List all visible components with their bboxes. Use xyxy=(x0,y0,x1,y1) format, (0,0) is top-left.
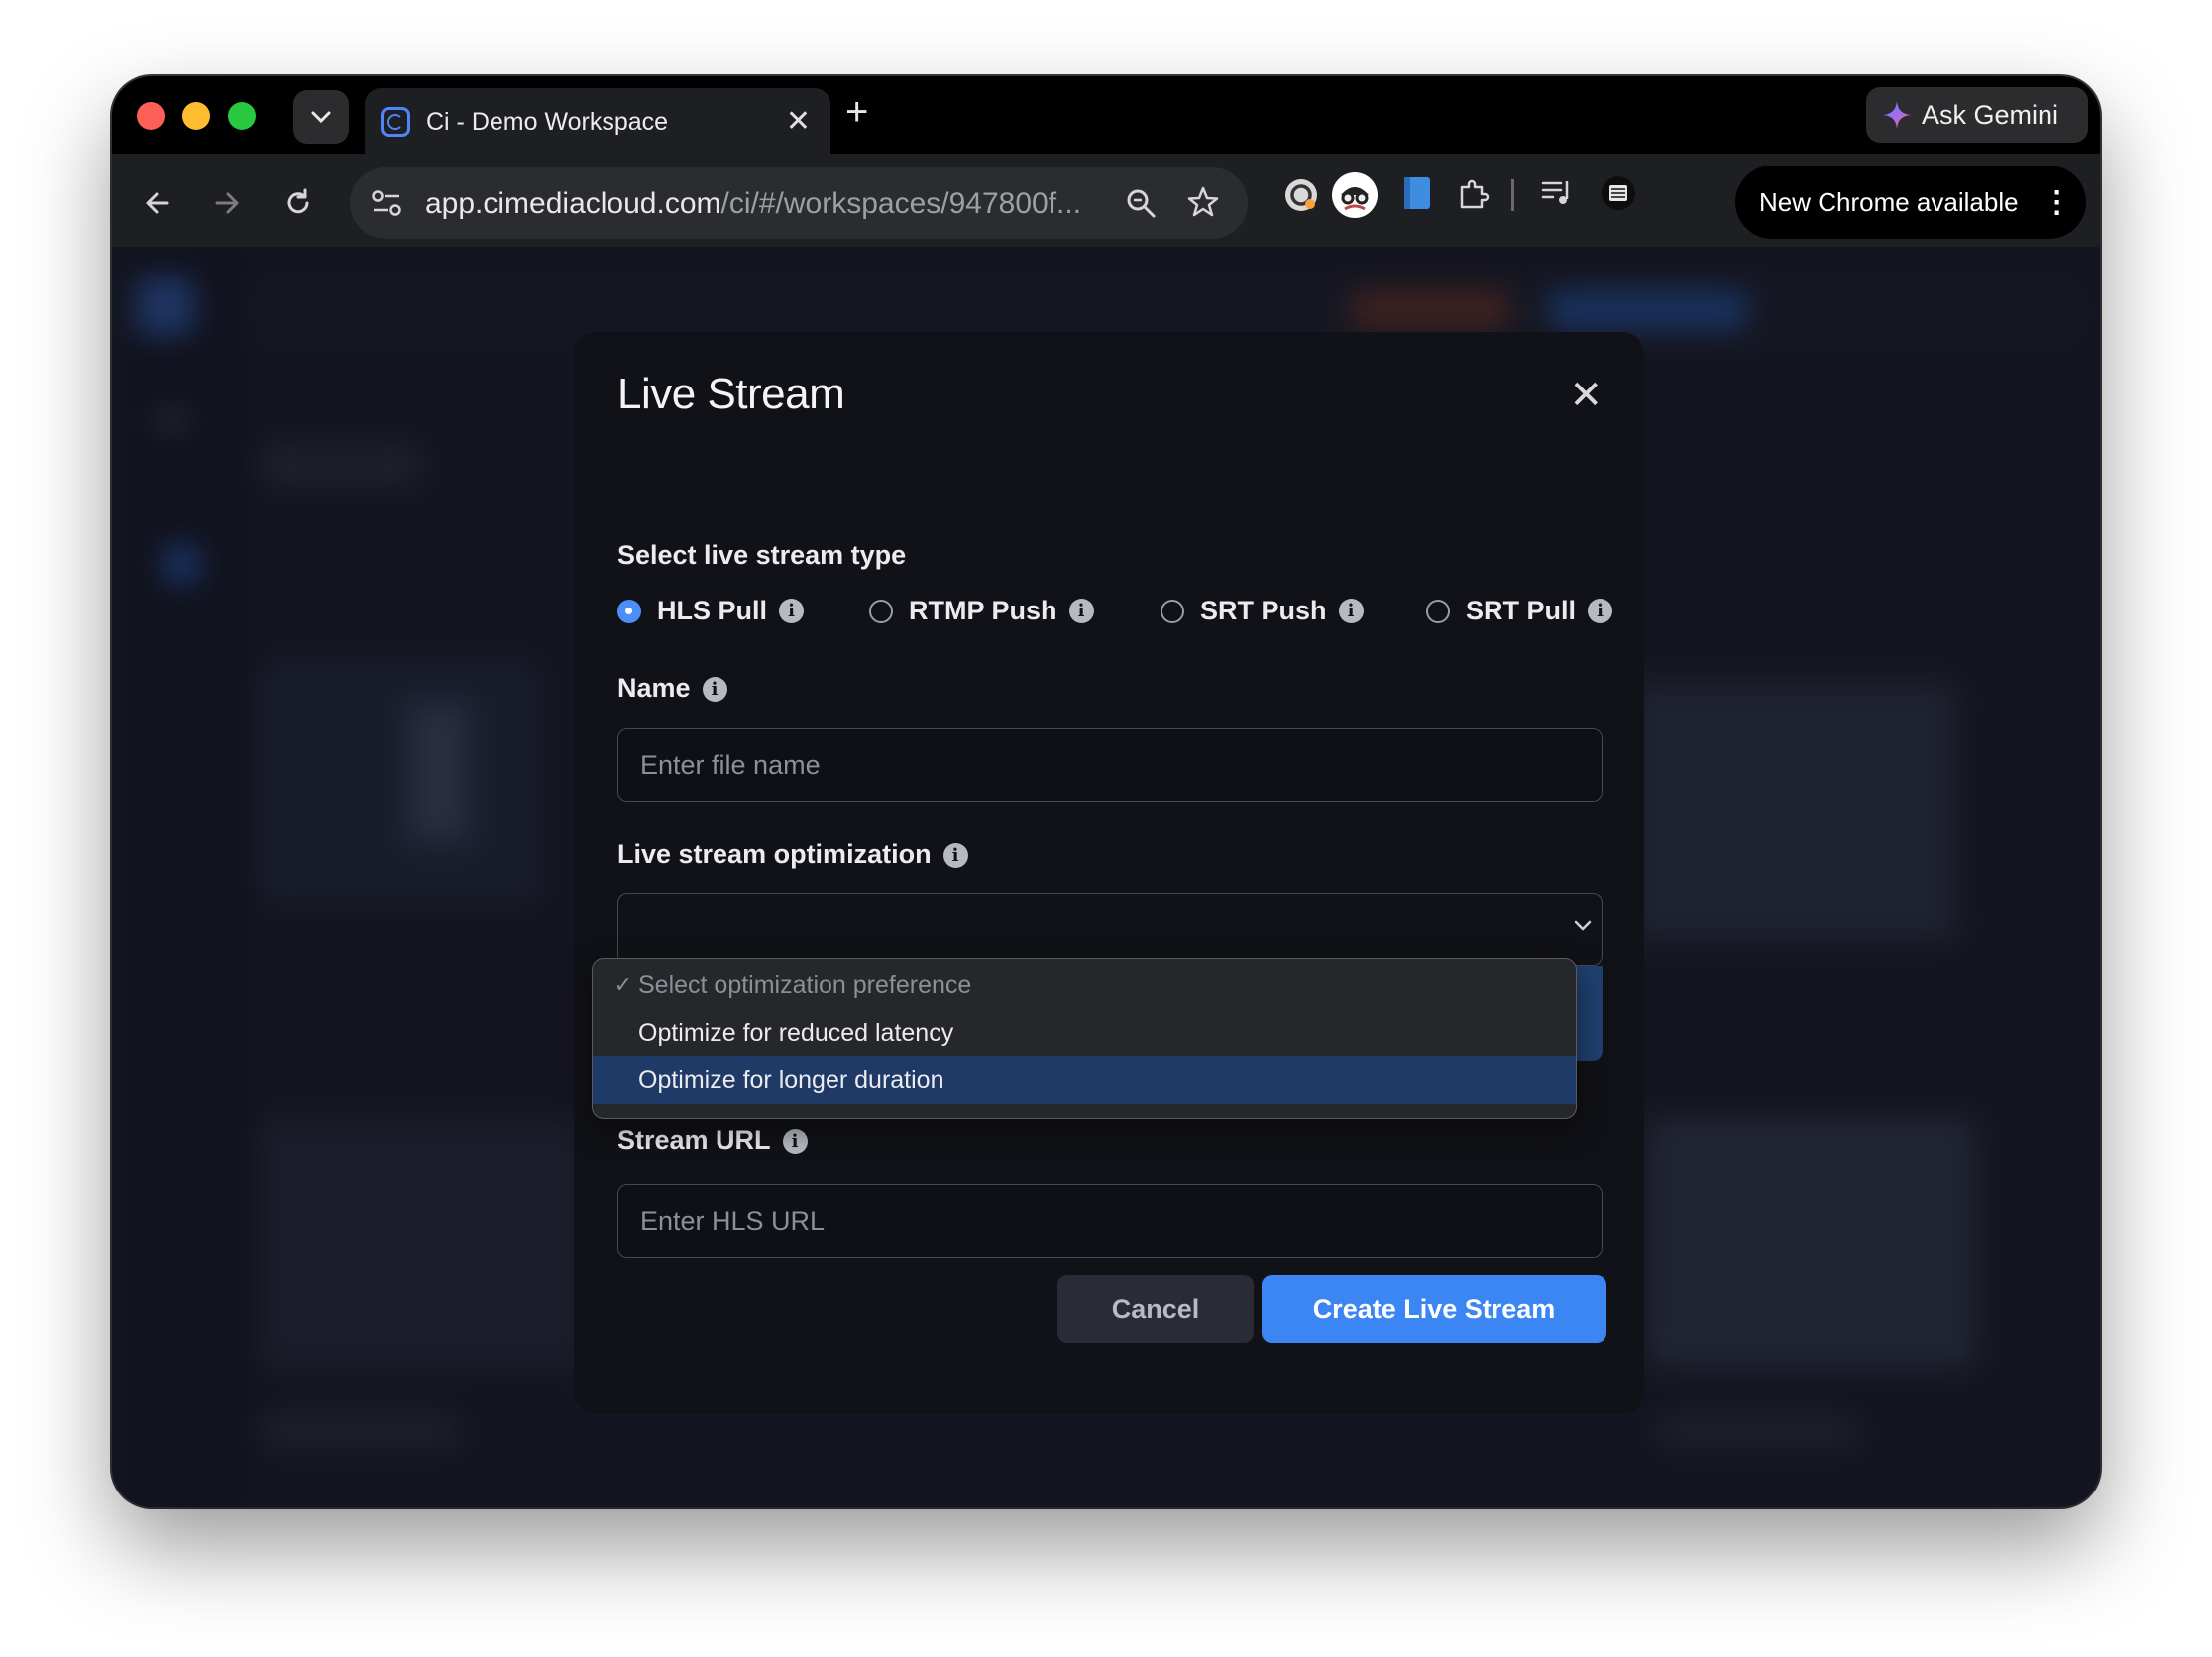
stream-type-radio-group: HLS Pull i RTMP Push i SRT Push i SRT Pu… xyxy=(617,596,1613,631)
option-longer-duration[interactable]: Optimize for longer duration xyxy=(593,1056,1576,1104)
info-icon[interactable]: i xyxy=(782,1129,808,1155)
active-tab[interactable]: Ci - Demo Workspace ✕ xyxy=(365,88,830,154)
chrome-update-button[interactable]: New Chrome available ⋮ xyxy=(1735,166,2086,239)
cancel-button[interactable]: Cancel xyxy=(1057,1275,1254,1343)
info-icon[interactable]: i xyxy=(1588,599,1613,623)
bookmark-star-icon[interactable] xyxy=(1186,185,1220,219)
tab-strip: Ci - Demo Workspace ✕ + Ask Gemini xyxy=(112,76,2100,154)
radio-unselected-icon[interactable] xyxy=(1161,599,1184,623)
radio-rtmp-push[interactable]: RTMP Push i xyxy=(869,596,1094,626)
stream-url-label-text: Stream URL xyxy=(617,1125,771,1155)
toolbar-divider xyxy=(1511,179,1514,211)
ask-gemini-button[interactable]: Ask Gemini xyxy=(1866,87,2088,143)
radio-selected-icon[interactable] xyxy=(617,599,641,623)
grammar-extension-icon[interactable] xyxy=(1283,177,1319,213)
zoom-icon[interactable] xyxy=(1125,187,1157,219)
radio-hls-pull[interactable]: HLS Pull i xyxy=(617,596,805,626)
info-icon[interactable]: i xyxy=(1068,599,1094,623)
back-icon[interactable] xyxy=(142,187,173,219)
notebook-extension-icon[interactable] xyxy=(1402,175,1432,211)
favicon-icon xyxy=(381,107,410,137)
gemini-icon xyxy=(1883,101,1911,129)
puzzle-icon[interactable] xyxy=(1456,175,1492,211)
chrome-update-label: New Chrome available xyxy=(1759,186,2019,217)
radio-srt-pull[interactable]: SRT Pull i xyxy=(1426,596,1613,626)
name-input[interactable] xyxy=(618,729,1602,801)
radio-unselected-icon[interactable] xyxy=(1426,599,1450,623)
url-text[interactable]: app.cimediacloud.com/ci/#/workspaces/947… xyxy=(425,187,1081,221)
info-icon[interactable]: i xyxy=(779,599,805,623)
radio-rtmp-push-label: RTMP Push xyxy=(909,596,1057,625)
avatar-extension-icon[interactable] xyxy=(1331,171,1379,219)
live-stream-modal: Live Stream ✕ Select live stream type HL… xyxy=(574,332,1644,1414)
name-label-text: Name xyxy=(617,673,691,703)
info-icon[interactable]: i xyxy=(1338,599,1364,623)
site-settings-icon[interactable] xyxy=(370,187,403,219)
browser-window: Ci - Demo Workspace ✕ + Ask Gemini app.c… xyxy=(112,76,2100,1507)
stream-url-input[interactable] xyxy=(618,1185,1602,1257)
close-window-button[interactable] xyxy=(137,102,165,130)
checkmark-icon: ✓ xyxy=(613,972,632,997)
modal-title: Live Stream xyxy=(617,370,845,418)
url-path: /ci/#/workspaces/947800f... xyxy=(720,187,1082,220)
radio-srt-push[interactable]: SRT Push i xyxy=(1161,596,1364,626)
stream-type-label: Select live stream type xyxy=(617,540,907,570)
tab-close-icon[interactable]: ✕ xyxy=(786,104,811,139)
chevron-down-icon xyxy=(1574,920,1592,931)
close-icon[interactable]: ✕ xyxy=(1569,376,1603,415)
option-label: Optimize for reduced latency xyxy=(638,1018,954,1047)
forward-icon[interactable] xyxy=(211,187,243,219)
new-tab-button[interactable]: + xyxy=(845,92,868,132)
tab-title: Ci - Demo Workspace xyxy=(426,108,669,136)
address-bar[interactable]: app.cimediacloud.com/ci/#/workspaces/947… xyxy=(350,167,1248,239)
extensions-area xyxy=(1272,171,1787,233)
minimize-window-button[interactable] xyxy=(182,102,210,130)
radio-srt-pull-label: SRT Pull xyxy=(1466,596,1577,625)
info-icon[interactable]: i xyxy=(702,677,727,703)
url-host: app.cimediacloud.com xyxy=(425,187,721,220)
option-reduced-latency[interactable]: Optimize for reduced latency xyxy=(593,1009,1576,1056)
option-label: Select optimization preference xyxy=(638,970,972,999)
optimization-select[interactable] xyxy=(617,893,1603,966)
sub-extension-icon[interactable] xyxy=(1601,175,1636,211)
info-icon[interactable]: i xyxy=(942,843,968,869)
maximize-window-button[interactable] xyxy=(228,102,256,130)
stream-url-field[interactable] xyxy=(617,1184,1603,1258)
radio-hls-pull-label: HLS Pull xyxy=(657,596,768,625)
create-live-stream-button[interactable]: Create Live Stream xyxy=(1262,1275,1606,1343)
media-controls-icon[interactable] xyxy=(1539,175,1575,211)
tab-search-icon[interactable] xyxy=(293,90,349,144)
reload-icon[interactable] xyxy=(282,187,314,219)
radio-srt-push-label: SRT Push xyxy=(1200,596,1327,625)
name-field[interactable] xyxy=(617,728,1603,802)
optimization-label: Live stream optimization i xyxy=(617,839,968,870)
name-label: Name i xyxy=(617,673,727,704)
optimization-label-text: Live stream optimization xyxy=(617,839,932,869)
menu-icon[interactable]: ⋮ xyxy=(2043,185,2072,220)
optimization-dropdown: ✓ Select optimization preference Optimiz… xyxy=(592,958,1577,1119)
option-select-preference: ✓ Select optimization preference xyxy=(593,961,1576,1009)
option-label: Optimize for longer duration xyxy=(638,1065,944,1094)
ask-gemini-label: Ask Gemini xyxy=(1922,99,2059,130)
stream-url-label: Stream URL i xyxy=(617,1125,808,1156)
radio-unselected-icon[interactable] xyxy=(869,599,893,623)
